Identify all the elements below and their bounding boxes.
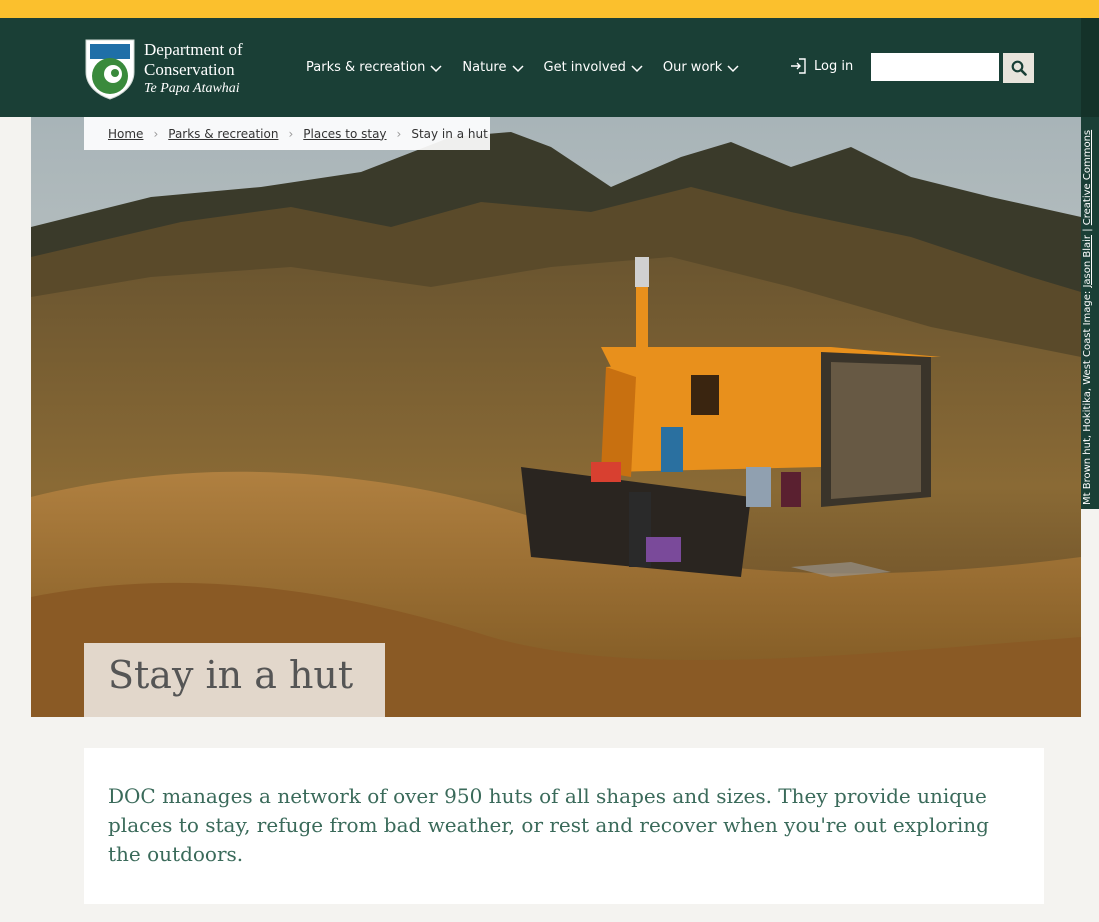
chevron-down-icon bbox=[511, 64, 524, 72]
login-link[interactable]: Log in bbox=[790, 58, 853, 74]
logo-line-3: Te Papa Atawhai bbox=[144, 81, 240, 96]
login-icon bbox=[791, 58, 806, 74]
doc-logo-text: Department of Conservation Te Papa Atawh… bbox=[144, 40, 243, 98]
nav-label: Parks & recreation bbox=[306, 60, 426, 75]
breadcrumb-current: Stay in a hut bbox=[411, 126, 488, 141]
search-input[interactable] bbox=[871, 53, 999, 81]
nav-label: Our work bbox=[662, 60, 723, 75]
nav-our-work[interactable]: Our work bbox=[663, 60, 739, 75]
nav-label: Nature bbox=[462, 60, 507, 75]
main-nav: Parks & recreation Nature Get involved O… bbox=[306, 60, 759, 75]
logo-line-2: Conservation bbox=[144, 60, 235, 79]
breadcrumb-places-to-stay[interactable]: Places to stay bbox=[303, 127, 386, 141]
site-header: Department of Conservation Te Papa Atawh… bbox=[0, 18, 1081, 117]
page-title: Stay in a hut bbox=[108, 653, 354, 697]
hero-image bbox=[31, 117, 1081, 717]
header-edge bbox=[1081, 18, 1099, 117]
intro-panel: DOC manages a network of over 950 huts o… bbox=[84, 748, 1044, 904]
breadcrumb: Home › Parks & recreation › Places to st… bbox=[84, 117, 490, 150]
search-button[interactable] bbox=[1003, 53, 1034, 83]
logo-line-1: Department of bbox=[144, 40, 243, 59]
nav-get-involved[interactable]: Get involved bbox=[544, 60, 643, 75]
chevron-right-icon: › bbox=[288, 126, 294, 141]
breadcrumb-parks-recreation[interactable]: Parks & recreation bbox=[168, 127, 278, 141]
top-accent-bar bbox=[0, 0, 1099, 18]
credit-license-link[interactable]: Creative Commons bbox=[1082, 130, 1093, 225]
chevron-right-icon: › bbox=[153, 126, 159, 141]
nav-label: Get involved bbox=[543, 60, 626, 75]
login-label: Log in bbox=[814, 58, 854, 74]
search-icon bbox=[1011, 60, 1027, 76]
credit-author-link[interactable]: Jason Blair bbox=[1082, 235, 1093, 288]
doc-logo-link[interactable]: Department of Conservation Te Papa Atawh… bbox=[84, 38, 264, 100]
nav-nature[interactable]: Nature bbox=[462, 60, 524, 75]
chevron-down-icon bbox=[727, 64, 739, 72]
hero-title-box: Stay in a hut bbox=[84, 643, 385, 717]
nav-parks-recreation[interactable]: Parks & recreation bbox=[306, 60, 442, 75]
image-credit: Mt Brown hut, Hokitika, West Coast Image… bbox=[1082, 115, 1093, 505]
credit-separator: | bbox=[1082, 228, 1093, 232]
credit-caption: Mt Brown hut, Hokitika, West Coast bbox=[1082, 328, 1093, 505]
intro-text: DOC manages a network of over 950 huts o… bbox=[108, 784, 989, 866]
chevron-right-icon: › bbox=[396, 126, 402, 141]
chevron-down-icon bbox=[631, 64, 643, 72]
breadcrumb-home[interactable]: Home bbox=[108, 127, 143, 141]
hero-photo-hut bbox=[31, 117, 1081, 717]
credit-image-prefix: Image: bbox=[1082, 290, 1093, 326]
chevron-down-icon bbox=[430, 64, 442, 72]
doc-logo-icon bbox=[85, 39, 135, 100]
